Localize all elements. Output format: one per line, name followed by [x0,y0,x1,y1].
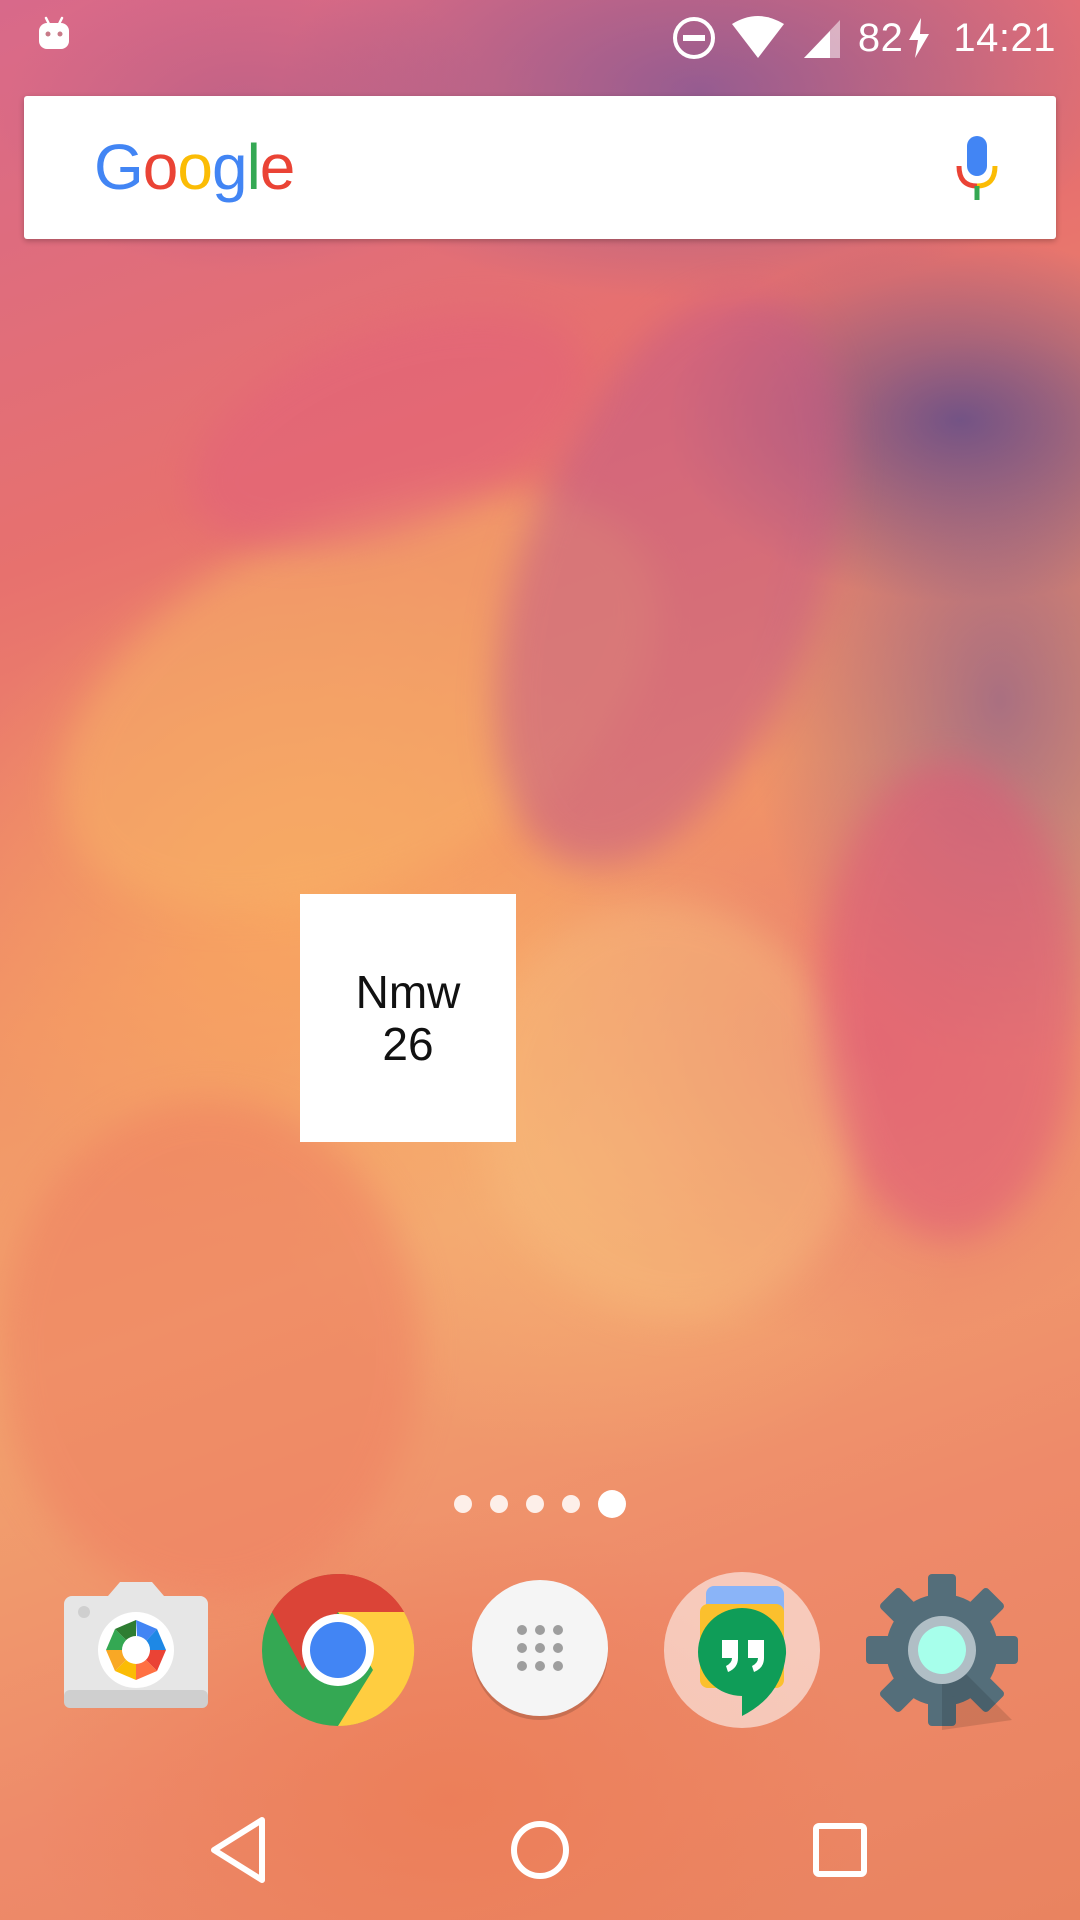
page-dot [526,1495,544,1513]
widget-line-1: Nmw [355,966,461,1018]
page-dot [562,1495,580,1513]
clock: 14:21 [953,15,1056,60]
hangouts-icon[interactable] [662,1570,822,1730]
app-drawer-icon[interactable] [460,1570,620,1730]
page-dot-active [598,1490,626,1518]
page-dot [490,1495,508,1513]
chrome-icon[interactable] [258,1570,418,1730]
charging-bolt-icon [909,18,930,58]
logo-letter: e [259,131,296,203]
wallpaper-swirl [820,760,1080,1240]
status-icons: 82 14:21 [672,10,1056,66]
dock [0,1570,1080,1730]
logo-letter: o [177,131,213,203]
logo-letter: G [94,131,144,203]
text-widget[interactable]: Nmw 26 [300,894,516,1142]
signal-icon [803,20,840,58]
navigation-bar [0,1780,1080,1920]
android-icon [39,16,69,49]
home-screen: 82 14:21 Google Nmw 26 [0,0,1080,1920]
wallpaper-swirl [0,1100,420,1600]
back-icon[interactable] [200,1810,280,1890]
google-search-bar[interactable]: Google [24,96,1056,239]
camera-icon[interactable] [56,1570,216,1730]
logo-letter: o [142,131,179,203]
google-logo: Google [94,130,296,204]
wifi-icon [731,16,784,58]
do-not-disturb-icon [672,17,715,59]
mic-icon[interactable] [952,134,1002,204]
battery-percent: 82 [857,15,904,60]
status-bar: 82 14:21 [0,0,1080,72]
home-icon[interactable] [500,1810,580,1890]
settings-gear-icon[interactable] [862,1570,1022,1730]
page-dot [454,1495,472,1513]
page-indicator [0,1490,1080,1518]
recents-icon[interactable] [800,1810,880,1890]
logo-letter: g [211,131,248,203]
logo-letter: l [246,131,261,203]
widget-line-2: 26 [382,1018,434,1070]
